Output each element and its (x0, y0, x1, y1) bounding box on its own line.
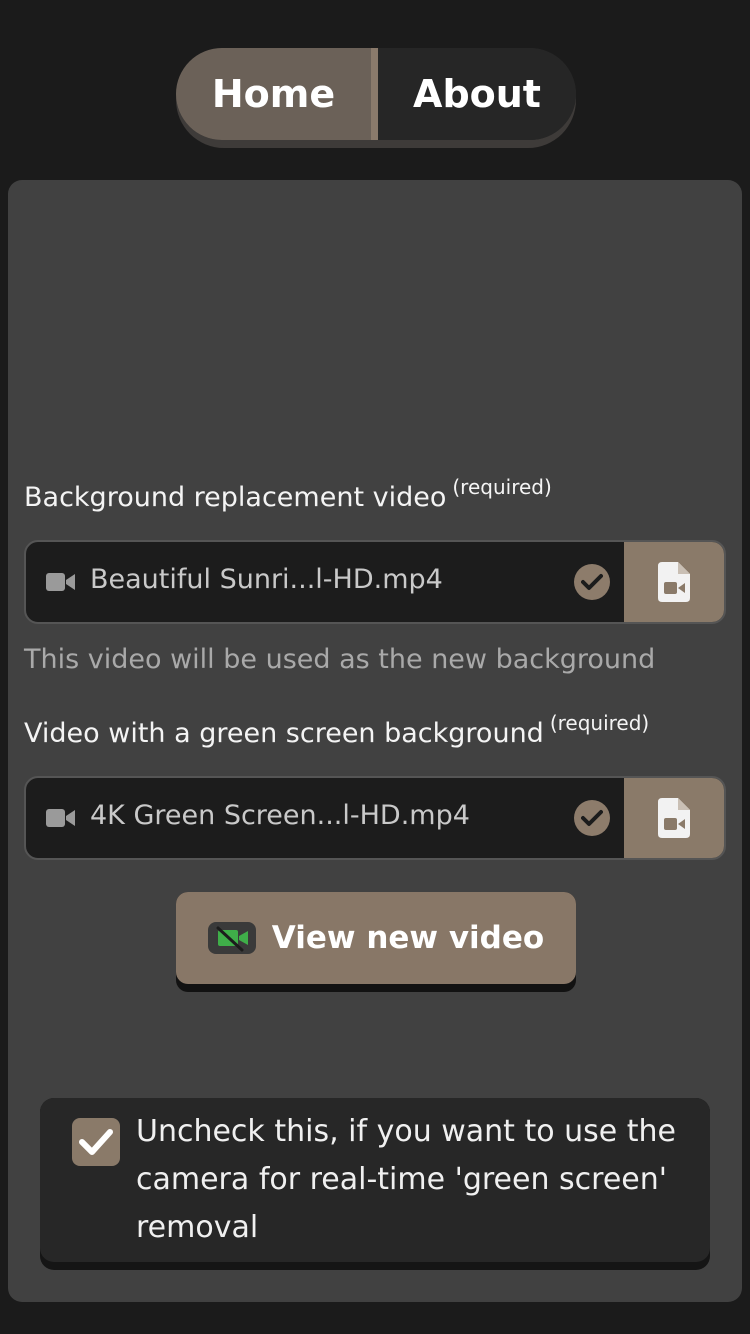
tab-home[interactable]: Home (176, 48, 371, 140)
file-video-icon (658, 562, 690, 602)
checkmark-icon (79, 1129, 113, 1155)
nav-tabs: Home About (176, 48, 576, 140)
required-marker: (required) (549, 711, 650, 735)
video-off-icon (207, 922, 256, 954)
background-video-label-text: Background replacement video (24, 482, 447, 513)
camera-toggle-inner: Uncheck this, if you want to use the cam… (40, 1098, 710, 1262)
main-card: Background replacement video (required) B… (8, 180, 742, 1302)
select-green-video-button[interactable] (624, 778, 724, 858)
required-marker: (required) (452, 475, 552, 499)
video-camera-icon (46, 808, 76, 832)
green-video-field[interactable]: 4K Green Screen...l-HD.mp4 (24, 776, 726, 860)
video-camera-icon (46, 572, 76, 596)
check-circle-icon (574, 564, 610, 600)
background-video-filename: Beautiful Sunri...l-HD.mp4 (90, 564, 443, 595)
view-button-wrap: View new video (176, 892, 576, 992)
green-video-label: Video with a green screen background (req… (24, 711, 649, 749)
background-video-label: Background replacement video (required) (24, 475, 552, 513)
select-background-video-button[interactable] (624, 542, 724, 622)
camera-toggle-panel: Uncheck this, if you want to use the cam… (40, 1098, 710, 1270)
check-circle-icon (574, 800, 610, 836)
green-video-filename: 4K Green Screen...l-HD.mp4 (90, 800, 470, 831)
view-new-video-button[interactable]: View new video (176, 892, 576, 984)
view-new-video-label: View new video (271, 920, 545, 956)
camera-toggle-checkbox[interactable] (72, 1118, 120, 1166)
tab-divider (371, 48, 378, 140)
background-video-hint: This video will be used as the new backg… (24, 644, 656, 675)
tab-about[interactable]: About (378, 48, 576, 140)
green-video-label-text: Video with a green screen background (24, 718, 544, 749)
main-nav: Home About (176, 48, 576, 148)
file-video-icon (658, 798, 690, 838)
background-video-field[interactable]: Beautiful Sunri...l-HD.mp4 (24, 540, 726, 624)
camera-toggle-text: Uncheck this, if you want to use the cam… (136, 1114, 676, 1245)
